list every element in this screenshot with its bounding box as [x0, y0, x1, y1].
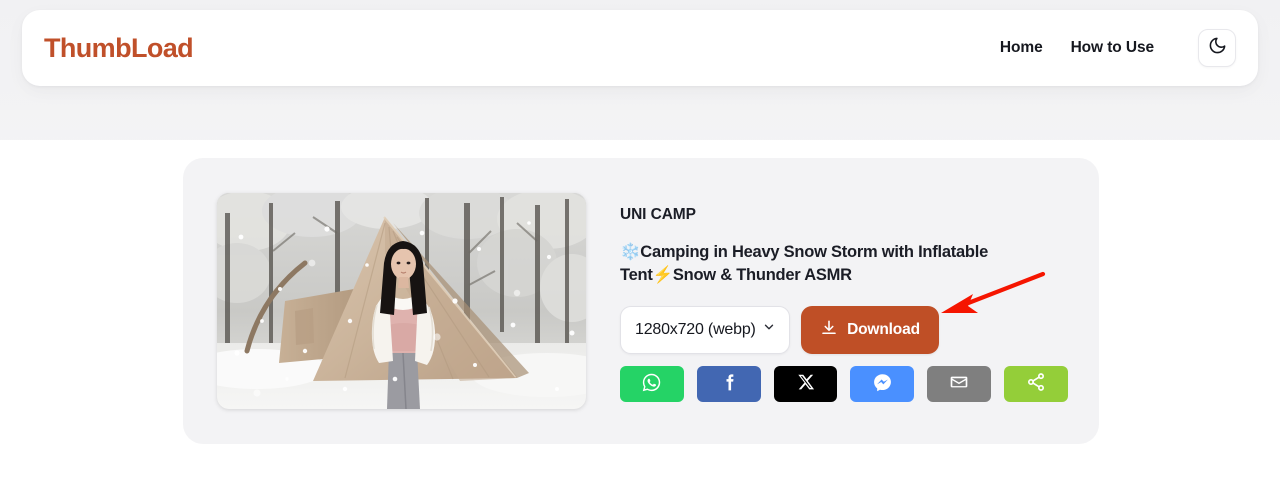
- result-card: UNI CAMP ❄️Camping in Heavy Snow Storm w…: [183, 158, 1099, 444]
- brand-logo[interactable]: ThumbLoad: [44, 33, 194, 64]
- share-button-x[interactable]: [773, 365, 838, 402]
- chevron-down-icon: [762, 320, 776, 339]
- share-button-whatsapp[interactable]: [620, 365, 684, 402]
- whatsapp-icon: [641, 372, 662, 396]
- video-info: UNI CAMP ❄️Camping in Heavy Snow Storm w…: [620, 206, 1068, 402]
- share-button-email[interactable]: [927, 365, 992, 402]
- video-title: ❄️Camping in Heavy Snow Storm with Infla…: [620, 243, 989, 285]
- format-select-value: 1280x720 (webp): [635, 320, 756, 338]
- video-thumbnail[interactable]: [217, 193, 586, 409]
- site-header: ThumbLoad Home How to Use: [22, 10, 1258, 86]
- moon-icon: [1208, 36, 1227, 60]
- share-button-more[interactable]: [1004, 365, 1068, 402]
- share-button-messenger[interactable]: [850, 365, 915, 402]
- download-button[interactable]: Download: [801, 305, 939, 354]
- messenger-icon: [872, 372, 893, 396]
- nav-link-home[interactable]: Home: [1000, 39, 1043, 57]
- x-twitter-icon: [797, 373, 815, 394]
- email-icon: [949, 372, 969, 395]
- page-root: ThumbLoad Home How to Use UNI CAMP ❄️Cam…: [0, 0, 1280, 502]
- facebook-icon: [719, 372, 739, 395]
- share-nodes-icon: [1026, 372, 1046, 395]
- thumbnail-image: [217, 193, 586, 409]
- download-icon: [820, 319, 838, 340]
- channel-name: UNI CAMP: [620, 206, 696, 223]
- nav-link-how-to-use[interactable]: How to Use: [1071, 39, 1155, 57]
- share-buttons: [620, 365, 1068, 402]
- format-select[interactable]: 1280x720 (webp): [620, 305, 790, 354]
- download-controls: 1280x720 (webp) Download: [620, 305, 1068, 354]
- theme-toggle-button[interactable]: [1198, 29, 1236, 67]
- share-button-facebook[interactable]: [696, 365, 761, 402]
- main-navigation: Home How to Use: [1000, 29, 1236, 67]
- download-button-label: Download: [847, 320, 920, 338]
